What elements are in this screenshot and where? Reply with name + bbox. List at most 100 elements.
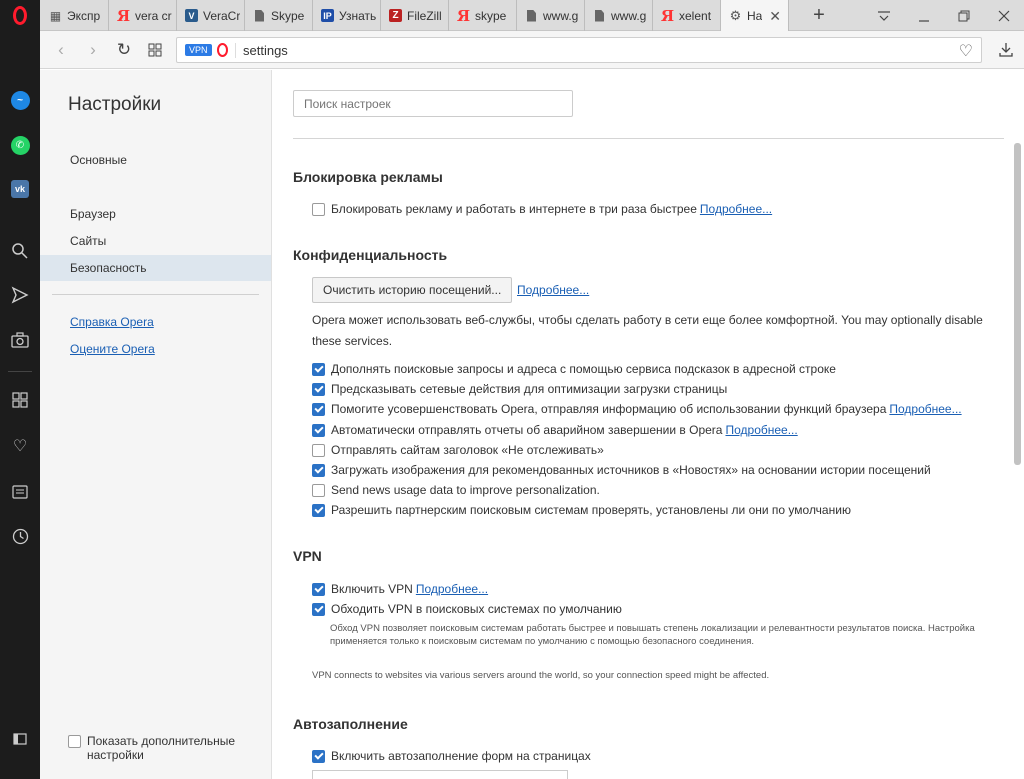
rate-opera-link[interactable]: Оцените Opera <box>70 342 155 356</box>
privacy-option[interactable]: Send news usage data to improve personal… <box>312 483 600 497</box>
reload-button[interactable]: ↻ <box>113 39 135 61</box>
news-button[interactable] <box>8 480 32 504</box>
nav-item-browser[interactable]: Браузер <box>40 201 271 227</box>
speed-dial-button[interactable] <box>8 388 32 412</box>
vpn-more-link[interactable]: Подробнее... <box>416 582 488 596</box>
privacy-option-checkbox[interactable] <box>312 503 325 517</box>
tab-label: Узнать <box>339 8 377 23</box>
tab-menu-glyph <box>878 10 890 21</box>
grid-icon <box>148 43 162 57</box>
search-button[interactable] <box>8 239 32 263</box>
whatsapp-button[interactable]: ✆ <box>8 133 32 157</box>
tab-settings[interactable]: ⚙ На ✕ <box>721 0 789 31</box>
tab-www-1[interactable]: www.g <box>517 0 585 31</box>
autofill-enable-option[interactable]: Включить автозаполнение форм на страница… <box>312 749 591 763</box>
sidebar-toggle-button[interactable] <box>8 727 32 751</box>
tabs-overview-button[interactable] <box>144 39 166 61</box>
restore-button[interactable] <box>944 0 984 31</box>
show-advanced-checkbox[interactable] <box>68 735 81 748</box>
close-window-button[interactable] <box>984 0 1024 31</box>
forward-button[interactable]: › <box>82 39 104 61</box>
bookmarks-button[interactable]: ♡ <box>8 434 32 458</box>
vpn-enable-option[interactable]: Включить VPN Подробнее... <box>312 582 488 596</box>
vpn-bypass-checkbox[interactable] <box>312 602 325 616</box>
vpn-enable-checkbox[interactable] <box>312 582 325 596</box>
privacy-option-checkbox[interactable] <box>312 483 325 497</box>
settings-search-input[interactable] <box>293 90 573 117</box>
vpn-bypass-option[interactable]: Обходить VPN в поисковых системах по умо… <box>312 602 622 616</box>
clock-icon <box>12 528 28 544</box>
download-button[interactable] <box>994 37 1018 63</box>
privacy-option[interactable]: Дополнять поисковые запросы и адреса с п… <box>312 362 836 376</box>
back-button[interactable]: ‹ <box>50 39 72 61</box>
minimize-button[interactable] <box>904 0 944 31</box>
tab-ip[interactable]: IP Узнать <box>313 0 381 31</box>
history-button[interactable] <box>8 524 32 548</box>
opera-menu-button[interactable] <box>0 0 40 31</box>
privacy-option-checkbox[interactable] <box>312 463 325 477</box>
adblock-title: Блокировка рекламы <box>293 169 443 185</box>
messenger-icon: ~ <box>10 90 30 110</box>
tab-vera-crypt-search[interactable]: Яvera cr <box>109 0 177 31</box>
privacy-option[interactable]: Отправлять сайтам заголовок «Не отслежив… <box>312 443 604 457</box>
clear-history-button[interactable]: Очистить историю посещений... <box>312 277 513 303</box>
autofill-checkbox[interactable] <box>312 749 325 763</box>
forward-arrow-icon: › <box>90 40 96 59</box>
tab-xelent[interactable]: Яxelent <box>653 0 721 31</box>
yandex-icon: Я <box>660 6 675 25</box>
vpn-info: VPN connects to websites via various ser… <box>312 670 770 681</box>
vpn-badge[interactable]: VPN <box>185 44 212 56</box>
url-text[interactable]: settings <box>243 43 288 58</box>
content-scrollbar[interactable] <box>1014 143 1021 465</box>
privacy-option-checkbox[interactable] <box>312 402 325 416</box>
tab-skype[interactable]: Skype <box>245 0 313 31</box>
tab-label: www.g <box>611 8 647 23</box>
tab-filezilla[interactable]: Z FileZill <box>381 0 449 31</box>
tab-express[interactable]: ▦ Экспр <box>41 0 109 31</box>
nav-item-basic[interactable]: Основные <box>40 147 271 173</box>
tab-skype-search[interactable]: Яskype <box>449 0 517 31</box>
tab-label: На <box>747 8 763 23</box>
privacy-option-checkbox[interactable] <box>312 382 325 396</box>
yandex-icon: Я <box>116 6 131 25</box>
privacy-more-link[interactable]: Подробнее... <box>517 283 589 297</box>
privacy-option[interactable]: Помогите усовершенствовать Opera, отправ… <box>312 402 962 416</box>
close-tab-icon[interactable]: ✕ <box>769 8 781 25</box>
privacy-option-more-link[interactable]: Подробнее... <box>725 423 797 437</box>
tab-www-2[interactable]: www.g <box>585 0 653 31</box>
adblock-more-link[interactable]: Подробнее... <box>700 202 772 216</box>
nav-item-sites[interactable]: Сайты <box>40 228 271 254</box>
autofill-manage-button[interactable] <box>312 770 568 779</box>
tab-label: www.g <box>543 8 579 23</box>
send-button[interactable] <box>8 283 32 307</box>
privacy-option[interactable]: Загружать изображения для рекомендованны… <box>312 463 931 477</box>
adblock-checkbox[interactable] <box>312 202 325 216</box>
privacy-option[interactable]: Разрешить партнерским поисковым системам… <box>312 503 851 517</box>
privacy-option-checkbox[interactable] <box>312 443 325 457</box>
privacy-option-more-link[interactable]: Подробнее... <box>889 402 961 416</box>
vk-button[interactable]: vk <box>8 177 32 201</box>
privacy-option[interactable]: Предсказывать сетевые действия для оптим… <box>312 382 727 396</box>
privacy-option-checkbox[interactable] <box>312 423 325 437</box>
nav-item-security[interactable]: Безопасность <box>40 255 271 281</box>
send-icon <box>11 286 29 304</box>
messenger-button[interactable]: ~ <box>8 88 32 112</box>
restore-icon <box>958 10 970 21</box>
address-field[interactable]: VPN settings ♡ <box>176 37 982 63</box>
new-tab-button[interactable]: + <box>808 4 830 27</box>
help-link[interactable]: Справка Opera <box>70 315 154 329</box>
autofill-label: Включить автозаполнение форм на страница… <box>331 749 591 763</box>
adblock-option[interactable]: Блокировать рекламу и работать в интерне… <box>312 202 772 216</box>
tab-veracrypt[interactable]: V VeraCr <box>177 0 245 31</box>
tab-bar: ▦ Экспр Яvera cr V VeraCr Skype IP Узнать Z… <box>0 0 1024 31</box>
opera-url-icon <box>217 43 228 57</box>
show-advanced-settings[interactable]: Показать дополнительные настройки <box>68 734 237 762</box>
tab-menu-icon[interactable] <box>864 0 904 31</box>
heart-icon[interactable]: ♡ <box>959 41 973 61</box>
privacy-option[interactable]: Автоматически отправлять отчеты об авари… <box>312 423 798 437</box>
snapshot-button[interactable] <box>8 328 32 352</box>
tab-label: Экспр <box>67 8 101 23</box>
privacy-option-label: Дополнять поисковые запросы и адреса с п… <box>331 362 836 376</box>
tab-strip: ▦ Экспр Яvera cr V VeraCr Skype IP Узнать Z… <box>41 0 789 31</box>
privacy-option-checkbox[interactable] <box>312 362 325 376</box>
